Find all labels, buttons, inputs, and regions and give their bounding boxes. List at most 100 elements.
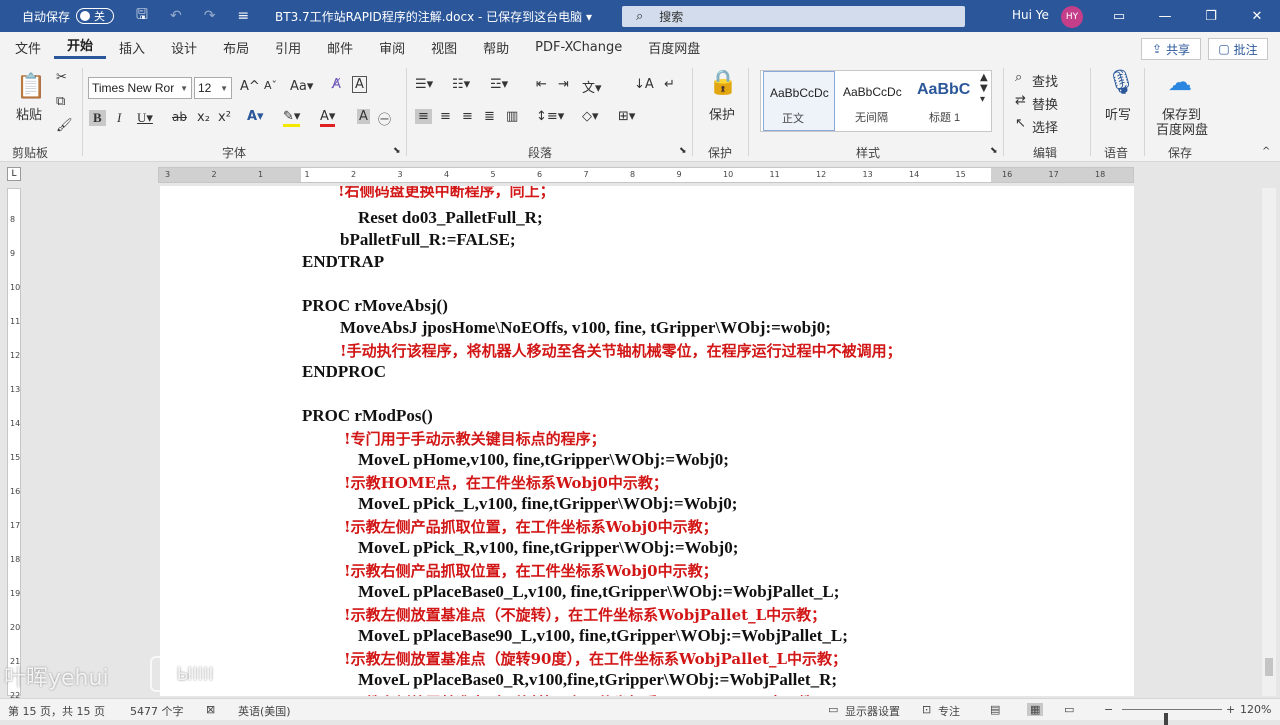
collapse-ribbon-icon[interactable]: ^ (1262, 146, 1270, 157)
comment-line[interactable]: !示教左侧产品抓取位置，在工件坐标系Wobj0中示教； (344, 516, 718, 537)
tab-mailings[interactable]: 邮件 (314, 38, 366, 57)
word-count[interactable]: 5477 个字 (130, 703, 184, 719)
enclose-characters-icon[interactable]: ㊀ (378, 109, 391, 128)
select-icon[interactable]: ↖ (1015, 116, 1026, 131)
bold-icon[interactable]: B (89, 110, 106, 126)
superscript-icon[interactable]: x² (218, 110, 231, 125)
comment-line[interactable]: !示教右侧放置基准点（不旋转），在工件坐标系WobjPallet_R中示教； (344, 692, 828, 696)
tab-help[interactable]: 帮助 (470, 38, 522, 57)
change-case-icon[interactable]: Aa▾ (290, 79, 313, 94)
numbering-icon[interactable]: ☷▾ (452, 77, 470, 92)
focus-mode[interactable]: 专注 (938, 703, 960, 719)
comment-line[interactable]: !示教左侧放置基准点（旋转90度），在工件坐标系WobjPallet_L中示教； (344, 648, 847, 669)
code-line[interactable]: MoveL pPlaceBase90_L,v100, fine,tGripper… (358, 626, 848, 646)
borders-icon[interactable]: ⊞▾ (618, 109, 635, 124)
strikethrough-icon[interactable]: ab (172, 110, 187, 124)
document-page[interactable]: !右侧码盘更换中断程序，同上； Reset do03_PalletFull_R; b… (160, 186, 1134, 696)
line-spacing-icon[interactable]: ↕≡▾ (536, 109, 564, 124)
zoom-slider-thumb[interactable] (1164, 713, 1168, 725)
highlight-icon[interactable]: ✎▾ (283, 109, 301, 127)
tab-pdf-xchange[interactable]: PDF-XChange (522, 40, 635, 55)
increase-indent-icon[interactable]: ⇥ (558, 77, 569, 92)
web-layout-icon[interactable]: ▭ (1064, 703, 1074, 716)
select-label[interactable]: 选择 (1032, 117, 1058, 136)
format-painter-icon[interactable]: 🖌 (56, 118, 73, 133)
ribbon-display-options-icon[interactable]: ▭ (1096, 0, 1142, 32)
display-settings[interactable]: 显示器设置 (845, 703, 900, 719)
multilevel-list-icon[interactable]: ☲▾ (490, 77, 508, 92)
code-line[interactable]: MoveL pPlaceBase0_L,v100, fine,tGripper\… (358, 582, 839, 602)
underline-icon[interactable]: U▾ (137, 110, 153, 126)
tab-baidu-netdisk[interactable]: 百度网盘 (635, 38, 713, 57)
character-shading-icon[interactable]: A (357, 109, 370, 124)
code-line[interactable]: Reset do03_PalletFull_R; (358, 208, 543, 228)
bullets-icon[interactable]: ☰▾ (415, 77, 433, 92)
code-line[interactable]: MoveAbsJ jposHome\NoEOffs, v100, fine, t… (340, 318, 831, 338)
shading-icon[interactable]: ◇▾ (582, 109, 599, 124)
user-name[interactable]: Hui Ye (1012, 8, 1049, 22)
dialog-launcher-icon[interactable]: ⬊ (990, 146, 998, 156)
protect-icon[interactable]: 🔒 (708, 68, 738, 96)
avatar[interactable]: HY (1061, 6, 1083, 28)
style-heading-1[interactable]: AaBbC 标题 1 (911, 71, 983, 131)
document-title[interactable]: BT3.7工作站RAPID程序的注解.docx - 已保存到这台电脑 ▾ (275, 8, 592, 25)
vertical-scrollbar[interactable] (1262, 188, 1276, 696)
restore-icon[interactable]: ❐ (1188, 0, 1234, 32)
style-no-spacing[interactable]: AaBbCcDc 无间隔 (837, 71, 909, 131)
tab-review[interactable]: 审阅 (366, 38, 418, 57)
tab-file[interactable]: 文件 (2, 38, 54, 57)
show-marks-icon[interactable]: ↵ (664, 77, 675, 92)
tab-selector[interactable]: L (7, 167, 21, 181)
code-line[interactable]: ENDTRAP (302, 252, 384, 272)
font-name-combo[interactable]: Times New Ror ▼ (88, 77, 192, 99)
distributed-icon[interactable]: ▥ (506, 109, 518, 124)
dictate-label[interactable]: 听写 (1105, 104, 1131, 123)
tab-view[interactable]: 视图 (418, 38, 470, 57)
code-line[interactable]: MoveL pHome,v100, fine,tGripper\WObj:=Wo… (358, 450, 729, 470)
subscript-icon[interactable]: x₂ (197, 110, 210, 125)
replace-label[interactable]: 替换 (1032, 94, 1058, 113)
dialog-launcher-icon[interactable]: ⬊ (679, 146, 687, 156)
save-baidu-label-2[interactable]: 百度网盘 (1156, 119, 1208, 138)
italic-icon[interactable]: I (117, 110, 121, 126)
search-box[interactable]: ⌕ 搜索 (622, 6, 965, 27)
tab-design[interactable]: 设计 (158, 38, 210, 57)
paste-label[interactable]: 粘贴 (16, 104, 42, 123)
zoom-slider[interactable] (1122, 709, 1222, 725)
zoom-in-icon[interactable]: + (1226, 703, 1235, 716)
font-color-icon[interactable]: A▾ (320, 109, 336, 127)
comment-line[interactable]: !专门用于手动示教关键目标点的程序； (344, 428, 606, 449)
tab-home[interactable]: 开始 (54, 35, 107, 59)
align-left-icon[interactable]: ≡ (415, 109, 432, 124)
find-icon[interactable]: ⌕ (1015, 70, 1022, 85)
align-center-icon[interactable]: ≡ (440, 109, 451, 124)
comments-button[interactable]: ▢ 批注 (1208, 38, 1268, 60)
code-line[interactable]: MoveL pPlaceBase0_R,v100,fine,tGripper\W… (358, 670, 837, 690)
replace-icon[interactable]: ⇄ (1015, 93, 1026, 108)
code-line[interactable]: PROC rModPos() (302, 406, 433, 426)
font-grow-icon[interactable]: A^ (240, 79, 260, 94)
vertical-ruler[interactable]: 8 9 10 11 12 13 14 15 16 17 18 19 20 21 22 (7, 188, 21, 700)
style-normal[interactable]: AaBbCcDc 正文 (763, 71, 835, 131)
character-border-icon[interactable]: A (352, 76, 367, 93)
code-line[interactable]: MoveL pPick_L,v100, fine,tGripper\WObj:=… (358, 494, 737, 514)
proofing-icon[interactable]: ⊠ (206, 703, 215, 716)
code-line[interactable]: PROC rMoveAbsj() (302, 296, 448, 316)
comment-line[interactable]: !示教HOME点，在工件坐标系Wobj0中示教； (344, 472, 668, 493)
text-effects-icon[interactable]: A▾ (247, 109, 264, 124)
autosave-toggle[interactable]: 自动保存 关 (22, 8, 115, 25)
minimize-icon[interactable]: — (1142, 0, 1188, 32)
print-layout-icon[interactable]: ▦ (1027, 703, 1044, 716)
read-mode-icon[interactable]: ▤ (990, 703, 1000, 716)
microphone-icon[interactable]: 🎙 (1106, 68, 1136, 96)
paste-icon[interactable]: 📋 (16, 72, 46, 100)
styles-more-icon[interactable]: ▲ ▼ ▾ (980, 72, 988, 105)
font-shrink-icon[interactable]: Aˇ (264, 79, 277, 92)
baidu-netdisk-icon[interactable]: ☁ (1168, 68, 1192, 96)
justify-icon[interactable]: ≣ (484, 109, 495, 124)
language[interactable]: 英语(美国) (238, 703, 291, 719)
tab-references[interactable]: 引用 (262, 38, 314, 57)
code-line[interactable]: ENDPROC (302, 362, 386, 382)
save-icon[interactable]: 🖫 (136, 4, 148, 28)
code-line[interactable]: bPalletFull_R:=FALSE; (340, 230, 516, 250)
